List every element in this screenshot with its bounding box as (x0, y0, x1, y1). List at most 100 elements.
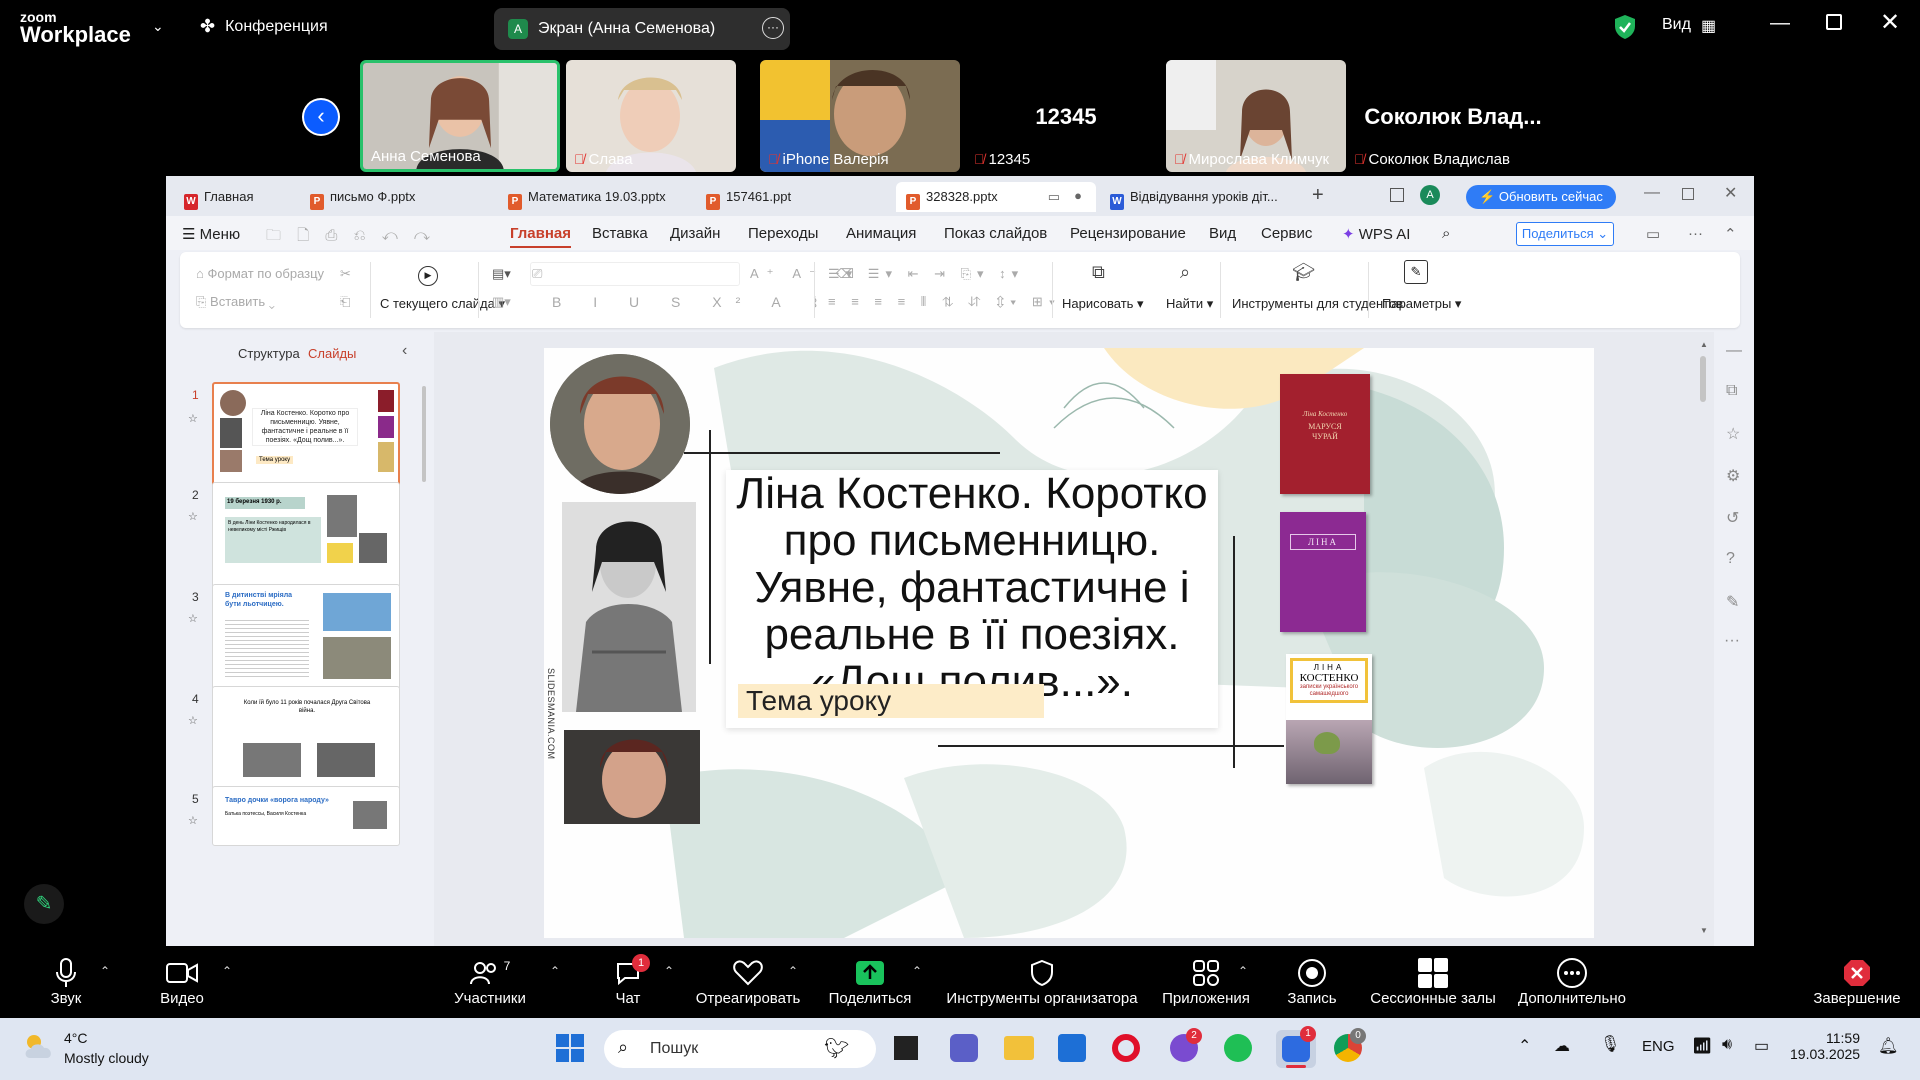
maximize-icon[interactable] (1826, 14, 1842, 30)
menu-wps-ai[interactable]: ✦ WPS AI (1342, 225, 1410, 243)
parameters-button[interactable]: Параметры ▾ (1382, 296, 1461, 312)
minus-icon[interactable]: — (1726, 342, 1742, 360)
menu-view[interactable]: Вид (1209, 225, 1236, 242)
menu-slideshow[interactable]: Показ слайдов (944, 225, 1047, 242)
windows-start-icon[interactable] (556, 1034, 586, 1064)
sliders-icon[interactable]: ⚙ (1726, 466, 1740, 486)
taskbar-search[interactable]: ⌕ Пошук 🐦︎ (604, 1030, 876, 1068)
menu-service[interactable]: Сервис (1261, 225, 1312, 242)
slide-title[interactable]: Ліна Костенко. Коротко про письменницю. … (732, 470, 1212, 705)
menu-home[interactable]: Главная (510, 225, 572, 248)
cut-icon[interactable]: ✂ (340, 266, 351, 282)
close-icon[interactable]: ✕ (1724, 183, 1737, 203)
menu-animation[interactable]: Анимация (846, 225, 916, 242)
slide-thumbnail-1[interactable]: Ліна Костенко. Коротко про письменницю. … (212, 382, 400, 488)
video-tile-myroslava[interactable]: 🎙̸ Мирослава Климчук (1166, 60, 1346, 172)
tab-document[interactable]: Pписьмо Ф.pptx (300, 182, 496, 212)
host-tools-button[interactable]: Инструменты организатора (940, 956, 1144, 1007)
graduation-cap-icon[interactable]: 🎓︎ (1292, 262, 1315, 283)
react-button[interactable]: Отреагировать (694, 956, 802, 1007)
notification-bell-icon[interactable]: 🔔︎ (1878, 1036, 1898, 1056)
breakout-rooms-button[interactable]: Сессионные залы (1368, 956, 1498, 1007)
tab-outline[interactable]: Структура (238, 346, 300, 361)
parameters-icon[interactable]: ✎ (1404, 260, 1428, 284)
caret-up-icon[interactable]: ⌃ (100, 964, 110, 978)
draw-button[interactable]: Нарисовать ▾ (1062, 296, 1144, 312)
shield-icon[interactable] (1614, 14, 1636, 40)
star-icon[interactable]: ☆ (188, 714, 198, 727)
find-button[interactable]: Найти ▾ (1166, 296, 1213, 312)
video-button[interactable]: Видео (152, 956, 212, 1007)
update-now-button[interactable]: ⚡ Обновить сейчас (1466, 185, 1616, 209)
history-icon[interactable]: ↺ (1726, 508, 1739, 528)
share-screen-button[interactable]: Поделиться (820, 956, 920, 1007)
paste-button[interactable]: ⎘ Вставить ⌄ (196, 294, 275, 310)
star-icon[interactable]: ☆ (188, 612, 198, 625)
annotate-pen-icon[interactable]: ✎ (24, 884, 64, 924)
star-icon[interactable]: ☆ (1726, 424, 1740, 444)
store-icon[interactable] (1058, 1034, 1086, 1062)
caret-up-icon[interactable]: ⌃ (788, 964, 798, 978)
tools-icon[interactable]: ✎ (1726, 592, 1739, 612)
chrome-icon[interactable]: 0 (1334, 1028, 1366, 1062)
minimize-icon[interactable]: — (1644, 184, 1660, 202)
user-avatar[interactable]: A (1420, 185, 1440, 205)
video-tile-sokoliuk[interactable]: Соколюк Влад... 🎙̸ Соколюк Владислав (1346, 60, 1560, 172)
tab-document[interactable]: W Відвідування уроків діт... (1100, 182, 1296, 212)
prev-page-button[interactable]: ‹ (302, 98, 340, 136)
star-icon[interactable]: ☆ (188, 814, 198, 827)
slide-thumbnail-5[interactable]: Тавро дочки «ворога народу» Батька поэте… (212, 786, 400, 846)
collapse-pane-icon[interactable]: ‹ (402, 342, 407, 360)
whatsapp-icon[interactable] (1224, 1034, 1252, 1062)
caret-up-icon[interactable]: ⌃ (1238, 964, 1248, 978)
language-indicator[interactable]: ENG (1642, 1038, 1675, 1055)
share-button[interactable]: Поделиться ⌄ (1516, 222, 1614, 246)
tab-document-active[interactable]: P 328328.pptx ▭ ● (896, 182, 1096, 212)
tray-chevron-icon[interactable]: ⌃ (1518, 1036, 1531, 1056)
font-select[interactable] (530, 262, 740, 286)
play-icon[interactable]: ▶ (418, 266, 438, 286)
clock[interactable]: 11:59 19.03.2025 (1790, 1030, 1860, 1062)
slide-thumbnail-2[interactable]: 19 березня 1930 р. В день Ліни Костенко … (212, 482, 400, 588)
audio-button[interactable]: Звук (44, 956, 88, 1007)
video-tile-anna[interactable]: Анна Семенова (360, 60, 560, 172)
record-button[interactable]: Запись (1284, 956, 1340, 1007)
caret-up-icon[interactable]: ⌃ (550, 964, 560, 978)
tab-document[interactable]: P 157461.ppt (696, 182, 892, 212)
video-tile-valeria[interactable]: 🎙̸ iPhone Валерія (760, 60, 960, 172)
zoom-taskbar-icon[interactable]: 1 (1276, 1026, 1316, 1068)
chevron-down-icon[interactable]: ⌄ (152, 18, 164, 35)
scroll-down-icon[interactable]: ▼ (1700, 926, 1708, 935)
screen-share-pill[interactable]: A Экран (Анна Семенова) ··· (494, 8, 790, 50)
from-current-slide-button[interactable]: С текущего слайда ▾ (380, 296, 505, 312)
search-icon[interactable]: ⌕ (1180, 262, 1190, 283)
collapse-ribbon-icon[interactable]: ⌃ (1724, 225, 1737, 243)
caret-up-icon[interactable]: ⌃ (664, 964, 674, 978)
menu-design[interactable]: Дизайн (670, 225, 720, 242)
caret-up-icon[interactable]: ⌃ (912, 964, 922, 978)
viber-icon[interactable]: 2 (1170, 1028, 1202, 1062)
align-icons[interactable]: ≡ ≡ ≡ ≡ ⫴ ⇅ ⇵ ⇳▾ ⊞▾ (828, 294, 1061, 310)
student-tools-button[interactable]: Инструменты для студентов (1232, 296, 1403, 311)
menu-review[interactable]: Рецензирование (1070, 225, 1186, 242)
caret-up-icon[interactable]: ⌃ (222, 964, 232, 978)
comment-icon[interactable]: ▭ (1646, 225, 1660, 243)
new-tab-icon[interactable]: + (1312, 184, 1324, 207)
shapes-icon[interactable]: ⧉ (1092, 262, 1105, 283)
search-icon[interactable]: ⌕ (1442, 225, 1450, 242)
title-card[interactable]: Ліна Костенко. Коротко про письменницю. … (726, 470, 1218, 728)
menu-button[interactable]: ☰ Меню (182, 225, 240, 243)
layout-icon[interactable]: ▤▾ (492, 266, 511, 282)
video-tile-12345[interactable]: 12345 🎙̸ 12345 (966, 60, 1166, 172)
menu-insert[interactable]: Вставка (592, 225, 648, 242)
slide-thumbnail-4[interactable]: Коли їй було 11 років почалася Друга Сві… (212, 686, 400, 792)
slide-scrollbar[interactable]: ▲ ▼ (1700, 340, 1708, 940)
participants-button[interactable]: 7 Участники (448, 956, 532, 1007)
task-view-icon[interactable] (894, 1036, 918, 1060)
window-icon[interactable] (1390, 188, 1404, 202)
more-icon[interactable]: ··· (1688, 225, 1703, 242)
quick-access-icons[interactable]: 🗀 🗋 ⎙ ⎌ ↶ ↷ (266, 225, 436, 250)
microphone-icon[interactable]: 🎙︎ (1600, 1034, 1620, 1054)
cloud-icon[interactable]: ☁ (1554, 1036, 1570, 1056)
weather-icon[interactable] (22, 1032, 56, 1062)
